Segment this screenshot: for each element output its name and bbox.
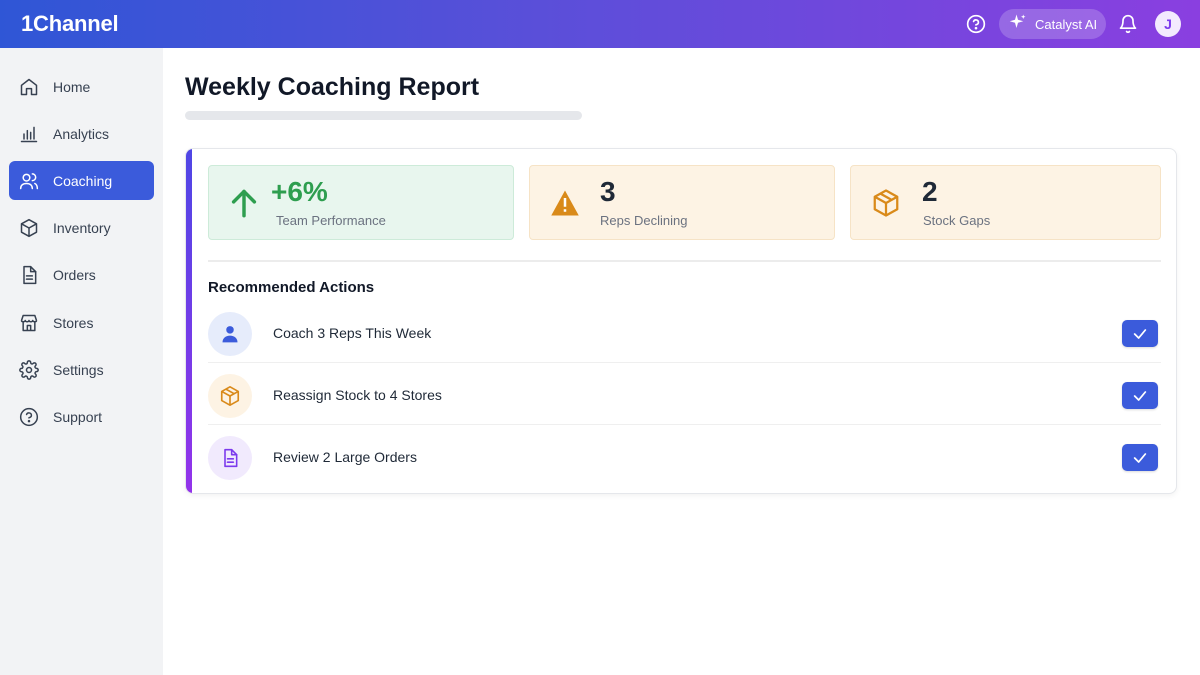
action-label: Reassign Stock to 4 Stores: [273, 387, 442, 403]
sidebar-item-label: Home: [53, 78, 91, 95]
stat-stock-gaps: 2 Stock Gaps: [850, 165, 1161, 240]
document-icon: [19, 265, 39, 285]
stat-label: Stock Gaps: [923, 213, 991, 228]
check-icon: [1133, 328, 1147, 339]
users-icon: [19, 171, 39, 191]
stat-value: 2: [922, 176, 938, 207]
stat-value: +6%: [271, 176, 328, 207]
card-accent-bar: [186, 149, 192, 493]
sidebar-item-label: Stores: [53, 314, 94, 331]
help-icon: [19, 407, 39, 427]
stat-label: Team Performance: [276, 213, 386, 228]
sidebar-item-coaching[interactable]: Coaching: [9, 161, 154, 200]
approve-action-button[interactable]: [1122, 444, 1158, 471]
warning-icon: [550, 188, 580, 218]
sidebar-item-inventory[interactable]: Inventory: [9, 208, 154, 247]
sidebar-item-label: Settings: [53, 361, 104, 378]
sidebar-item-label: Support: [53, 408, 103, 425]
action-item: Coach 3 Reps This Week: [208, 303, 1161, 363]
stat-reps-declining: 3 Reps Declining: [529, 165, 835, 240]
page-title: Weekly Coaching Report: [185, 73, 480, 101]
stat-label: Reps Declining: [600, 213, 688, 228]
title-placeholder-bar: [185, 111, 582, 120]
sidebar-item-label: Inventory: [53, 219, 111, 236]
person-icon: [208, 312, 252, 356]
sidebar-item-home[interactable]: Home: [9, 67, 154, 106]
store-icon: [19, 313, 39, 333]
arrow-up-icon: [229, 188, 259, 218]
catalyst-ai-button[interactable]: Catalyst AI: [999, 9, 1106, 39]
sidebar-item-label: Coaching: [53, 172, 113, 189]
action-item: Reassign Stock to 4 Stores: [208, 365, 1161, 425]
sidebar-item-support[interactable]: Support: [9, 397, 154, 436]
approve-action-button[interactable]: [1122, 320, 1158, 347]
box-icon: [871, 188, 901, 218]
sidebar-item-settings[interactable]: Settings: [9, 350, 154, 389]
action-label: Review 2 Large Orders: [273, 449, 417, 465]
top-bar: 1Channel Catalyst AI J: [0, 0, 1200, 48]
recommended-actions-title: Recommended Actions: [208, 279, 375, 296]
divider: [208, 362, 1161, 363]
stat-team-performance: +6% Team Performance: [208, 165, 514, 240]
divider: [208, 424, 1161, 425]
box-icon: [208, 374, 252, 418]
document-icon: [208, 436, 252, 480]
divider: [208, 260, 1161, 262]
stat-value: 3: [600, 176, 616, 207]
approve-action-button[interactable]: [1122, 382, 1158, 409]
bell-icon[interactable]: [1117, 13, 1139, 35]
bar-chart-icon: [19, 124, 39, 144]
avatar[interactable]: J: [1155, 11, 1181, 37]
sidebar-item-stores[interactable]: Stores: [9, 303, 154, 342]
sidebar-item-label: Orders: [53, 266, 96, 283]
catalyst-ai-label: Catalyst AI: [1035, 16, 1098, 32]
help-icon[interactable]: [965, 13, 987, 35]
sidebar: Home Analytics Coaching Inventory Orders…: [0, 48, 163, 675]
sparkle-icon: [1009, 13, 1027, 36]
home-icon: [19, 77, 39, 97]
sidebar-item-analytics[interactable]: Analytics: [9, 114, 154, 153]
sidebar-item-orders[interactable]: Orders: [9, 255, 154, 294]
action-item: Review 2 Large Orders: [208, 427, 1161, 487]
coaching-report-card: +6% Team Performance 3 Reps Declining 2 …: [185, 148, 1177, 494]
action-label: Coach 3 Reps This Week: [273, 325, 432, 341]
check-icon: [1133, 390, 1147, 401]
gear-icon: [19, 359, 39, 380]
sidebar-item-label: Analytics: [53, 125, 110, 142]
app-logo[interactable]: 1Channel: [21, 11, 119, 37]
check-icon: [1133, 452, 1147, 463]
box-icon: [19, 218, 39, 238]
